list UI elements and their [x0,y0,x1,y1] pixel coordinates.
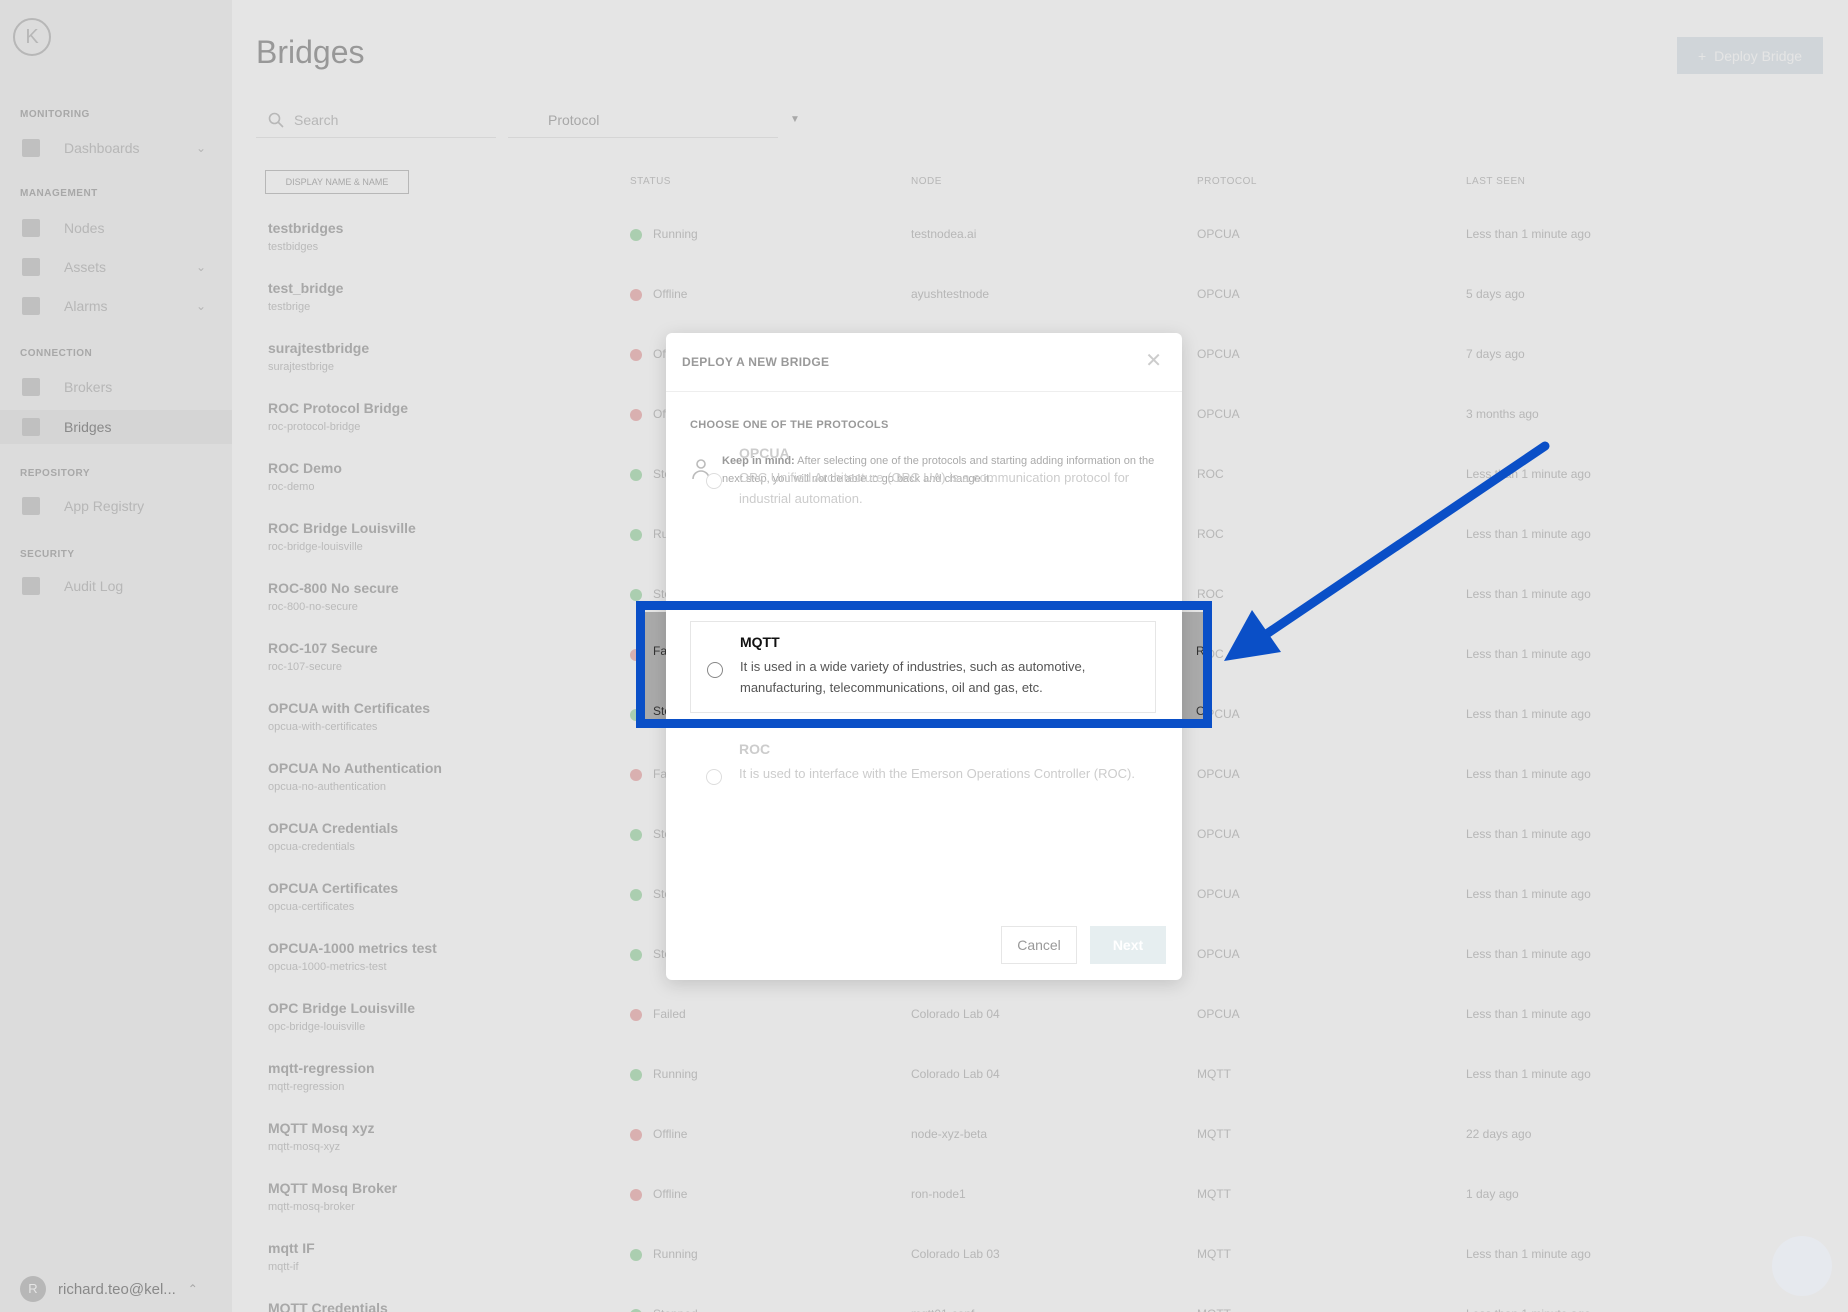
chat-icon[interactable] [1772,1236,1832,1296]
arrow-head [1224,610,1281,661]
arrow-shaft [1263,441,1550,638]
annotation-arrow [1224,441,1550,661]
